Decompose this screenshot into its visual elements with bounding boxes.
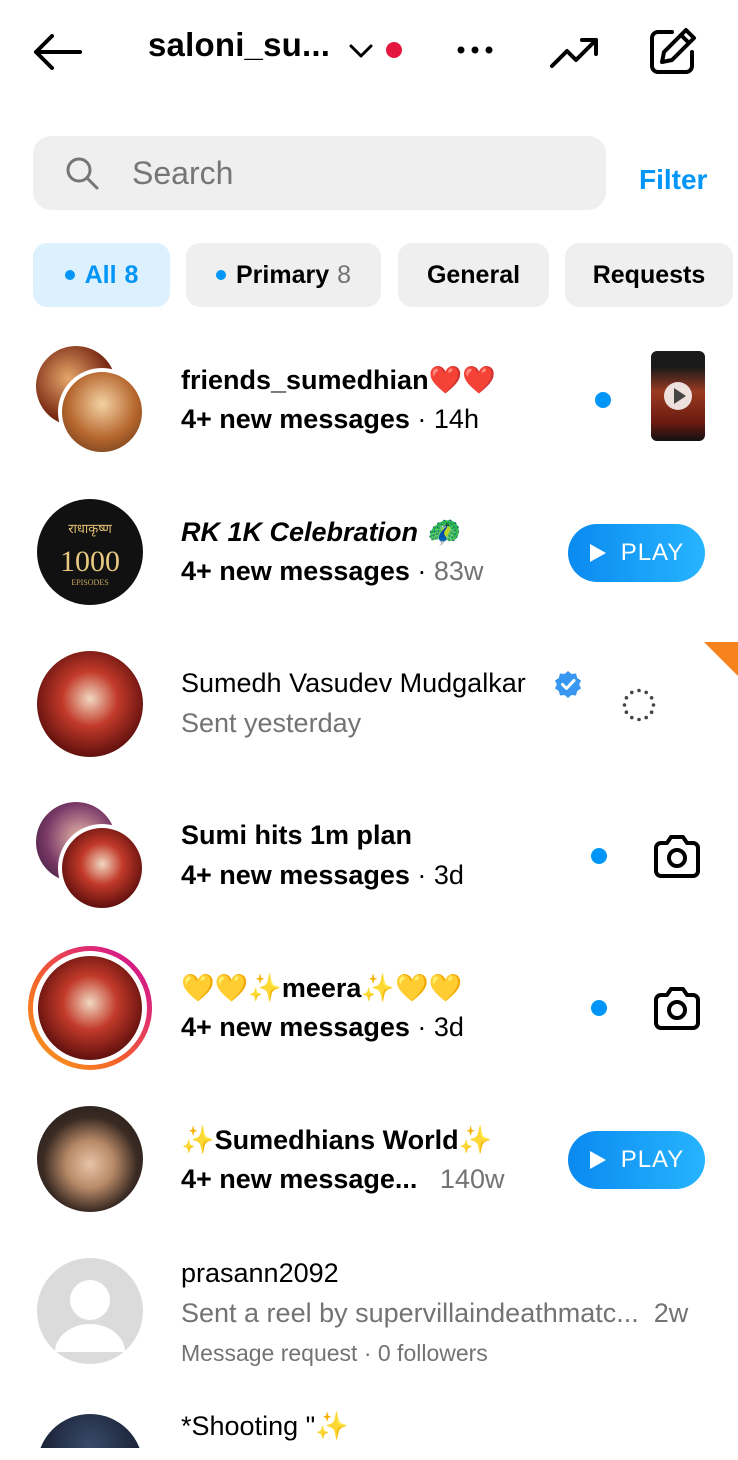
preview-text: 4+ new messages (181, 860, 410, 890)
tab-label: All (84, 260, 117, 289)
notification-dot (386, 42, 402, 58)
play-icon (664, 382, 692, 410)
search-placeholder[interactable]: Search (132, 155, 233, 192)
avatar (37, 651, 143, 757)
thread-time: 14h (433, 404, 479, 434)
thread-name: friends_sumedhian❤️❤️ (181, 365, 496, 395)
thread-preview: 4+ new messages · 83w (181, 556, 484, 586)
thread-preview: 4+ new message... 140w (181, 1164, 504, 1195)
search-icon (66, 157, 99, 190)
preview-text: 4+ new messages (181, 556, 410, 586)
thread-name: Sumedh Vasudev Mudgalkar (181, 668, 526, 698)
svg-text:1000: 1000 (60, 545, 120, 578)
compose-icon[interactable] (648, 26, 698, 76)
tab-requests[interactable]: Requests (565, 243, 733, 307)
loading-spinner-icon (622, 688, 656, 722)
preview-text: 4+ new messages (181, 404, 410, 434)
tab-count: 8 (337, 260, 352, 289)
thread-name: ✨Sumedhians World✨ (181, 1125, 493, 1155)
group-avatar-front (58, 368, 146, 456)
verified-badge-icon (555, 671, 581, 698)
group-avatar-front (58, 824, 146, 912)
thread-time: 140w (439, 1164, 505, 1194)
request-meta: Message request · 0 followers (181, 1340, 488, 1366)
unread-dot (591, 848, 607, 864)
thread-name: 💛💛✨meera✨💛💛 (181, 973, 463, 1003)
tab-unread-dot (215, 270, 226, 280)
tab-all[interactable]: All 8 (33, 243, 170, 307)
account-username[interactable]: saloni_su... (148, 26, 330, 64)
default-avatar (37, 1258, 143, 1364)
thread-preview: 4+ new messages · 3d (181, 860, 464, 890)
filter-button[interactable]: Filter (639, 164, 707, 196)
thread-time: 2w (653, 1298, 689, 1328)
avatar (38, 956, 142, 1060)
thread-time: 3d (433, 860, 464, 890)
preview-text: 4+ new message... (181, 1164, 418, 1194)
preview-text: Sent a reel by supervillaindeathmatc... (181, 1298, 639, 1328)
avatar-clip (37, 1414, 143, 1448)
episode-logo-image: राधाकृष्ण 1000 EPISODES (60, 522, 120, 587)
thread-preview: Sent a reel by supervillaindeathmatc... … (181, 1298, 688, 1329)
play-button[interactable]: PLAY (568, 1131, 705, 1189)
play-icon (589, 1151, 606, 1169)
user-silhouette-icon (55, 1280, 125, 1352)
camera-icon[interactable] (652, 834, 702, 880)
channel-avatar: राधाकृष्ण 1000 EPISODES (37, 499, 143, 605)
tab-label: Requests (592, 260, 706, 289)
tab-primary[interactable]: Primary 8 (186, 243, 381, 307)
chevron-down-icon[interactable] (347, 40, 375, 62)
avatar (37, 1414, 143, 1448)
tab-count: 8 (124, 260, 139, 289)
preview-text: 4+ new messages (181, 1012, 410, 1042)
tab-label: General (426, 260, 521, 289)
more-horizontal-icon[interactable] (455, 36, 495, 64)
search-bar[interactable] (33, 136, 606, 210)
video-thumbnail[interactable] (651, 351, 705, 441)
play-icon (589, 544, 606, 562)
camera-icon[interactable] (652, 986, 702, 1032)
thread-name: RK 1K Celebration 🦚 (181, 517, 460, 547)
play-button[interactable]: PLAY (568, 524, 705, 582)
svg-text:EPISODES: EPISODES (71, 578, 108, 587)
thread-preview: 4+ new messages · 14h (181, 404, 479, 434)
tab-general[interactable]: General (398, 243, 549, 307)
thread-name: Sumi hits 1m plan (181, 820, 413, 850)
thread-time: 3d (433, 1012, 464, 1042)
arrow-left-icon[interactable] (30, 30, 84, 74)
unread-dot (595, 392, 611, 408)
play-label: PLAY (620, 539, 685, 566)
thread-preview: 4+ new messages · 3d (181, 1012, 464, 1042)
thread-name: *Shooting "✨ (181, 1411, 349, 1441)
thread-name: prasann2092 (181, 1258, 339, 1288)
trending-icon[interactable] (549, 32, 601, 72)
svg-text:राधाकृष्ण: राधाकृष्ण (68, 522, 112, 537)
avatar (37, 1106, 143, 1212)
tab-unread-dot (64, 270, 75, 280)
thread-preview: Sent yesterday (181, 708, 362, 738)
thread-time: 83w (433, 556, 484, 586)
unread-dot (591, 1000, 607, 1016)
play-label: PLAY (620, 1146, 685, 1173)
tab-label: Primary (235, 260, 330, 289)
